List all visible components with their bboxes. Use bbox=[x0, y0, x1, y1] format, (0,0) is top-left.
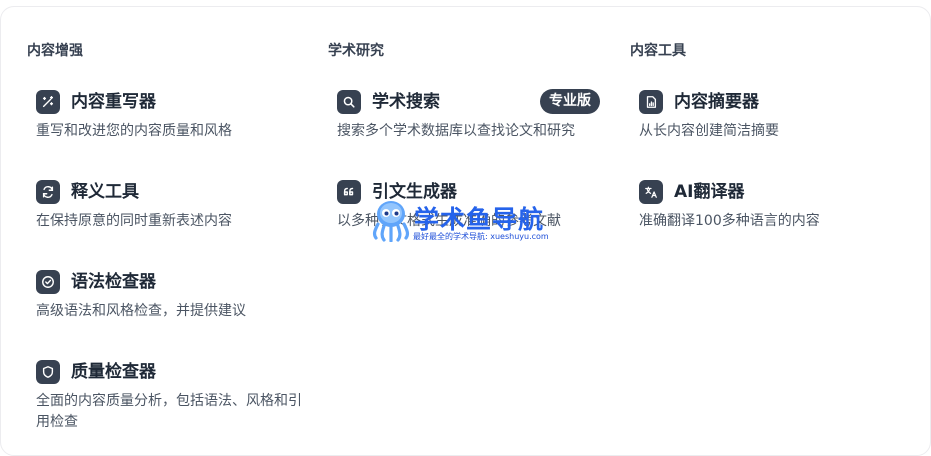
tool-description: 在保持原意的同时重新表述内容 bbox=[36, 213, 232, 229]
tool-paraphraser[interactable]: 释义工具 在保持原意的同时重新表述内容 bbox=[36, 179, 316, 232]
tool-description: 搜索多个学术数据库以查找论文和研究 bbox=[337, 123, 575, 139]
check-circle-icon bbox=[36, 270, 60, 294]
watermark-subtitle: 最好最全的学术导航: xueshuyu.com bbox=[413, 232, 549, 241]
column-content-enhancement: 内容增强 内容重写器 重写和改进您的内容质量和风格 释义工具 在保持原意的同时重… bbox=[27, 41, 317, 430]
column-title: 学术研究 bbox=[328, 43, 384, 59]
shield-icon bbox=[36, 360, 60, 384]
column-academic-research: 学术研究 学术搜索 专业版 搜索多个学术数据库以查找论文和研究 引文生成器 以多… bbox=[328, 41, 618, 229]
quote-icon bbox=[337, 180, 361, 204]
tool-description: 全面的内容质量分析，包括语法、风格和引用检查 bbox=[36, 393, 302, 430]
tool-grammar-checker[interactable]: 语法检查器 高级语法和风格检查，并提供建议 bbox=[36, 269, 316, 322]
tool-title: 释义工具 bbox=[71, 182, 139, 202]
tool-description: 从长内容创建简洁摘要 bbox=[639, 123, 779, 139]
tool-academic-search[interactable]: 学术搜索 专业版 搜索多个学术数据库以查找论文和研究 bbox=[337, 89, 600, 142]
column-content-tools: 内容工具 内容摘要器 从长内容创建简洁摘要 AI翻译器 准确翻译100多种语言的… bbox=[630, 41, 920, 229]
tool-title: 内容摘要器 bbox=[674, 92, 759, 112]
refresh-icon bbox=[36, 180, 60, 204]
tool-title: 质量检查器 bbox=[71, 362, 156, 382]
tool-ai-translator[interactable]: AI翻译器 准确翻译100多种语言的内容 bbox=[639, 179, 919, 232]
document-chart-icon bbox=[639, 90, 663, 114]
pro-badge: 专业版 bbox=[540, 89, 600, 114]
tool-content-rewriter[interactable]: 内容重写器 重写和改进您的内容质量和风格 bbox=[36, 89, 316, 142]
tool-description: 准确翻译100多种语言的内容 bbox=[639, 213, 820, 229]
magic-wand-icon bbox=[36, 90, 60, 114]
column-title: 内容增强 bbox=[27, 43, 83, 59]
tool-content-summarizer[interactable]: 内容摘要器 从长内容创建简洁摘要 bbox=[639, 89, 919, 142]
translate-icon bbox=[639, 180, 663, 204]
column-title: 内容工具 bbox=[630, 43, 686, 59]
tool-title: AI翻译器 bbox=[674, 182, 745, 202]
tool-title: 语法检查器 bbox=[71, 272, 156, 292]
tool-description: 高级语法和风格检查，并提供建议 bbox=[36, 303, 246, 319]
tool-description: 重写和改进您的内容质量和风格 bbox=[36, 123, 232, 139]
tool-quality-checker[interactable]: 质量检查器 全面的内容质量分析，包括语法、风格和引用检查 bbox=[36, 359, 316, 433]
octopus-logo-icon bbox=[372, 201, 410, 242]
tool-title: 学术搜索 bbox=[372, 92, 440, 112]
search-icon bbox=[337, 90, 361, 114]
watermark: 学术鱼导航 最好最全的学术导航: xueshuyu.com bbox=[370, 198, 570, 246]
tool-title: 内容重写器 bbox=[71, 92, 156, 112]
